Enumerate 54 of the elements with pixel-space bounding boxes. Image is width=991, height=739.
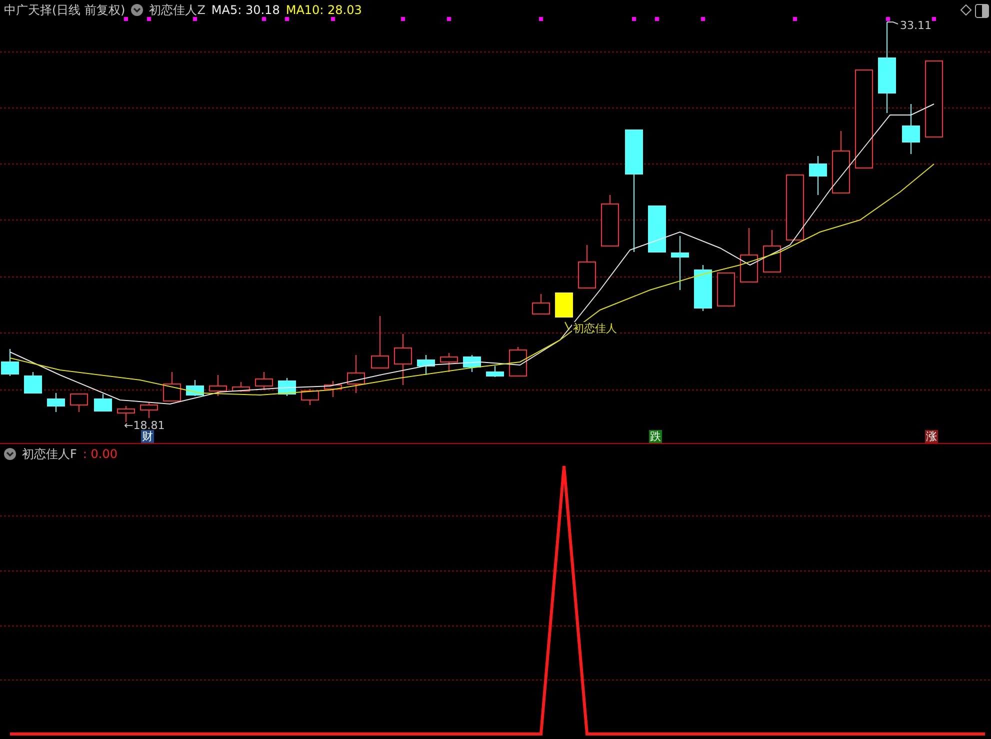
candlestick — [324, 380, 342, 398]
event-marker: 财 — [141, 430, 154, 443]
ma10-value: MA10: 28.03 — [286, 2, 362, 18]
diamond-icon[interactable] — [960, 4, 972, 16]
dropdown-icon[interactable] — [4, 448, 16, 460]
candlestick — [717, 272, 735, 306]
candlestick — [24, 372, 42, 394]
candlestick — [555, 292, 573, 318]
ma5-value: MA5: 30.18 — [211, 2, 280, 18]
candlestick — [694, 264, 712, 312]
candlestick — [394, 334, 412, 386]
high-price-label: 33.11 — [900, 19, 932, 32]
candlestick — [832, 130, 850, 194]
candlestick — [94, 394, 112, 412]
candlestick — [809, 156, 827, 196]
candlestick — [509, 346, 527, 376]
indicator-name: 初恋佳人Z — [149, 2, 206, 18]
candlestick — [70, 394, 88, 412]
candlestick — [902, 104, 920, 154]
candlestick — [1, 348, 19, 376]
candlestick — [671, 236, 689, 290]
candlestick — [417, 354, 435, 376]
candlestick — [117, 406, 135, 422]
candlestick — [532, 294, 550, 314]
candlestick — [578, 244, 596, 288]
signal-label: 初恋佳人 — [572, 322, 618, 335]
stock-title: 中广天择(日线 前复权) — [4, 2, 126, 18]
candlestick — [740, 228, 758, 282]
candlestick — [186, 380, 204, 396]
event-marker: 涨 — [925, 430, 938, 443]
dropdown-icon[interactable] — [131, 4, 144, 16]
candlestick — [301, 388, 319, 406]
candlestick — [255, 372, 273, 390]
indicator-value: : 0.00 — [82, 446, 118, 462]
candlestick — [648, 206, 666, 252]
candlestick — [601, 194, 619, 246]
candlestick — [209, 374, 227, 396]
panel-toggle-icon[interactable] — [975, 4, 989, 18]
candlestick — [163, 372, 181, 402]
candlestick — [371, 316, 389, 368]
indicator-name: 初恋佳人F — [22, 446, 77, 462]
leader-line — [564, 322, 570, 330]
candlestick — [786, 174, 804, 240]
candlestick — [440, 352, 458, 372]
candlestick — [486, 366, 504, 378]
low-price-label: ←18.81 — [124, 419, 165, 432]
candlestick — [463, 354, 481, 372]
candlestick — [347, 354, 365, 394]
candlestick — [47, 392, 65, 412]
candlestick — [232, 382, 250, 392]
candlestick — [140, 402, 158, 418]
candlestick — [763, 230, 781, 272]
leader-line — [886, 22, 898, 24]
event-marker: 跌 — [649, 430, 662, 443]
